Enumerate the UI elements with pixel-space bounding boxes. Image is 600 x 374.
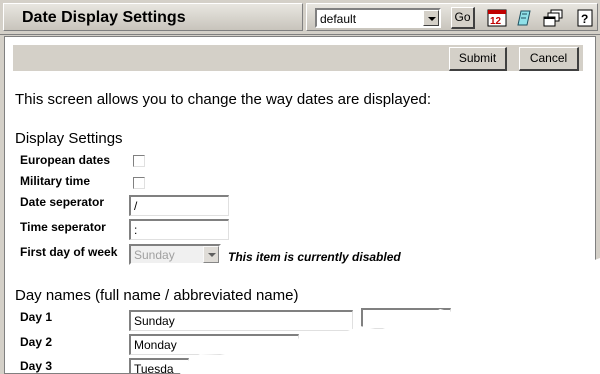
first-day-of-week-select: Sunday — [129, 244, 221, 265]
svg-text:?: ? — [581, 12, 588, 26]
page-title: Date Display Settings — [22, 9, 186, 26]
day-1-full-input[interactable]: Sunday — [129, 310, 353, 331]
profile-select[interactable]: default — [315, 8, 441, 28]
first-day-of-week-value: Sunday — [134, 248, 175, 262]
disabled-note: This item is currently disabled — [228, 250, 401, 264]
cancel-button[interactable]: Cancel — [519, 47, 579, 71]
military-time-checkbox[interactable] — [133, 177, 145, 189]
day-1-abbrev-input[interactable] — [361, 308, 451, 329]
svg-text:12: 12 — [490, 16, 502, 27]
intro-text: This screen allows you to change the way… — [15, 91, 432, 108]
day-2-full-input[interactable]: Monday — [129, 334, 299, 355]
profile-select-value: default — [320, 12, 357, 26]
chevron-down-icon — [203, 246, 219, 263]
day-3-full-input[interactable]: Tuesda — [129, 358, 189, 373]
title-bar: Date Display Settings default Go 12 ? — [0, 0, 600, 35]
date-separator-input[interactable]: / — [129, 195, 229, 216]
help-icon[interactable]: ? — [575, 9, 595, 27]
title-panel: Date Display Settings — [3, 3, 303, 31]
european-dates-label: European dates — [20, 153, 111, 167]
date-separator-label: Date seperator — [20, 195, 105, 209]
first-day-of-week-label: First day of week — [20, 245, 118, 259]
chevron-down-icon[interactable] — [423, 10, 439, 26]
military-time-label: Military time — [20, 174, 91, 188]
day-1-label: Day 1 — [20, 310, 53, 324]
time-separator-input[interactable]: : — [129, 219, 229, 240]
windows-icon[interactable] — [543, 9, 563, 27]
calendar-12-icon[interactable]: 12 — [487, 9, 507, 27]
submit-button[interactable]: Submit — [449, 47, 507, 71]
stamp-icon[interactable] — [515, 9, 535, 27]
action-bar: Submit Cancel — [13, 45, 583, 71]
day-2-label: Day 2 — [20, 335, 53, 349]
content-panel: Submit Cancel This screen allows you to … — [4, 36, 596, 374]
time-separator-label: Time seperator — [20, 220, 106, 234]
go-button[interactable]: Go — [451, 7, 475, 29]
display-settings-heading: Display Settings — [15, 130, 123, 147]
toolbar: default Go 12 ? — [306, 3, 598, 31]
day-3-label: Day 3 — [20, 359, 53, 373]
day-names-heading: Day names (full name / abbreviated name) — [15, 287, 299, 304]
european-dates-checkbox[interactable] — [133, 155, 145, 167]
